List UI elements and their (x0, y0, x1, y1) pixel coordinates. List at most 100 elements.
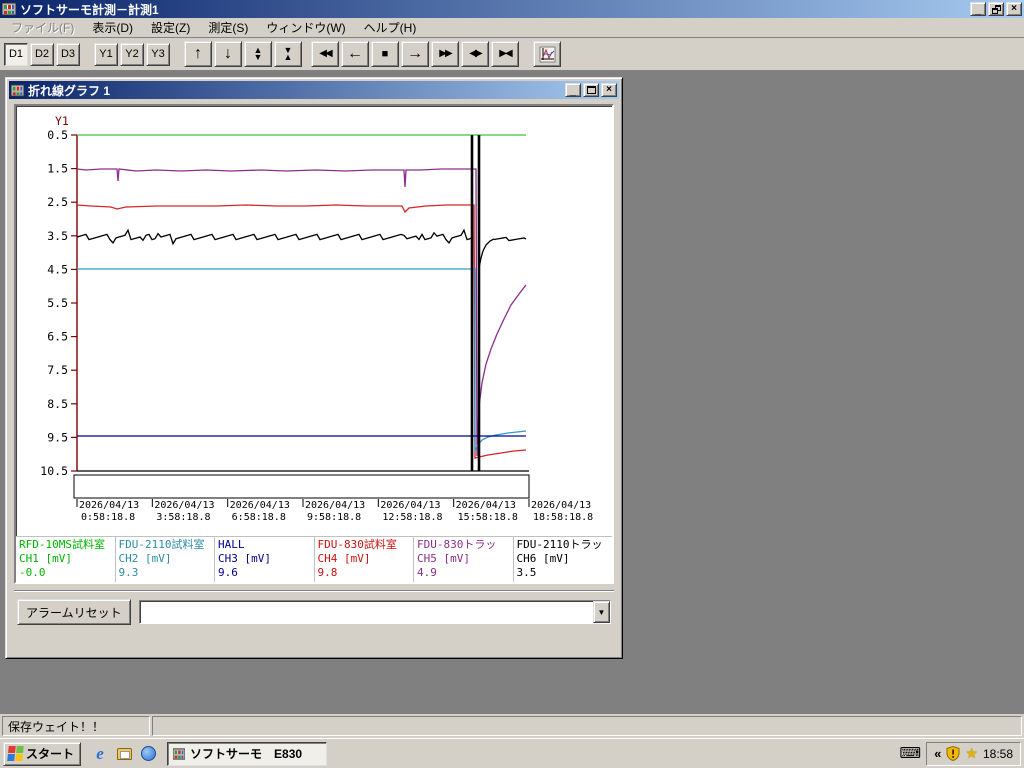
star-icon[interactable]: ★ (965, 745, 978, 762)
chart-panel: 0.51.52.53.54.55.56.57.58.59.510.5Y12026… (14, 104, 614, 584)
show-desktop-icon[interactable] (115, 745, 133, 763)
start-label: スタート (26, 745, 74, 762)
svg-text:18:58:18.8: 18:58:18.8 (533, 512, 593, 523)
channel-value: -0.0 (19, 566, 112, 580)
tray-panel: « ★ 18:58 (926, 742, 1021, 766)
d2-button[interactable]: D2 (30, 43, 54, 66)
desktop: ソフトサーモ計測－計測1 _ × ファイル(F) 表示(D) 設定(Z) 測定(… (0, 0, 1024, 768)
graph-minimize-button[interactable]: _ (565, 83, 581, 97)
status-empty (152, 716, 1022, 736)
expand-horizontal-icon: ◀▶ (469, 49, 480, 59)
channel-legend: RFD-10MS試料室 CH1 [mV] -0.0 FDU-2110試料室 CH… (16, 536, 612, 582)
fast-forward-button[interactable]: ▶▶ (431, 41, 459, 67)
launch-outlook-express-icon[interactable] (139, 745, 157, 763)
svg-text:12:58:18.8: 12:58:18.8 (382, 512, 442, 523)
app-icon (2, 2, 16, 16)
launch-ie-icon[interactable]: e (91, 745, 109, 763)
chevron-down-icon: ▼ (598, 608, 606, 617)
main-titlebar[interactable]: ソフトサーモ計測－計測1 _ × (0, 0, 1024, 18)
system-tray: ⌨ « ★ 18:58 (900, 742, 1021, 766)
graph-window-body: 0.51.52.53.54.55.56.57.58.59.510.5Y12026… (9, 99, 619, 625)
channel-name: FDU-830試料室 (318, 538, 411, 552)
channel-name: FDU-830トラッ (417, 538, 510, 552)
task-button-softthermo[interactable]: ソフトサーモ E830 (167, 742, 327, 766)
menu-window[interactable]: ウィンドウ(W) (257, 17, 354, 38)
menu-bar: ファイル(F) 表示(D) 設定(Z) 測定(S) ウィンドウ(W) ヘルプ(H… (0, 18, 1024, 38)
status-bar: 保存ウェイト！！ (0, 714, 1024, 738)
step-right-button[interactable]: → (401, 41, 429, 67)
toolbar: D1 D2 D3 Y1 Y2 Y3 ↑ ↓ ▲▼ ▼▲ ◀◀ ← ■ → ▶▶ … (0, 38, 1024, 70)
svg-text:6:58:18.8: 6:58:18.8 (232, 512, 286, 523)
graph-settings-button[interactable] (533, 41, 561, 67)
alarm-combobox-value[interactable] (140, 601, 593, 623)
restore-button[interactable] (988, 2, 1004, 16)
legend-cell-ch4: FDU-830試料室 CH4 [mV] 9.8 (314, 537, 414, 582)
d1-button[interactable]: D1 (4, 43, 28, 66)
svg-text:7.5: 7.5 (47, 363, 68, 377)
channel-unit: CH6 [mV] (517, 552, 610, 566)
mdi-area: 折れ線グラフ 1 _ × 0.51.52.53.54.55.56.57.58.5… (0, 70, 1024, 714)
expand-vertical-icon: ▲▼ (254, 47, 263, 61)
channel-value: 9.3 (119, 566, 212, 580)
legend-cell-ch3: HALL CH3 [mV] 9.6 (214, 537, 314, 582)
channel-name: RFD-10MS試料室 (19, 538, 112, 552)
compress-horizontal-icon: ▶◀ (499, 49, 510, 59)
expand-vertical-button[interactable]: ▲▼ (244, 41, 272, 67)
channel-value: 9.8 (318, 566, 411, 580)
menu-settings[interactable]: 設定(Z) (142, 17, 199, 38)
svg-text:0.5: 0.5 (47, 128, 68, 142)
collapse-tray-icon[interactable]: « (934, 748, 941, 760)
svg-text:6.5: 6.5 (47, 330, 68, 344)
scroll-down-button[interactable]: ↓ (214, 41, 242, 67)
status-message: 保存ウェイト！！ (2, 716, 150, 736)
up-arrow-icon: ↑ (194, 46, 202, 62)
right-arrow-icon: → (407, 46, 423, 62)
security-shield-icon[interactable] (946, 746, 960, 761)
alarm-combobox[interactable]: ▼ (139, 600, 611, 624)
channel-unit: CH1 [mV] (19, 552, 112, 566)
menu-file[interactable]: ファイル(F) (2, 17, 83, 38)
svg-text:2026/04/13: 2026/04/13 (531, 500, 591, 511)
channel-value: 3.5 (517, 566, 610, 580)
fast-rewind-button[interactable]: ◀◀ (311, 41, 339, 67)
y1-button[interactable]: Y1 (94, 43, 118, 66)
task-app-icon (173, 748, 185, 760)
line-chart: 0.51.52.53.54.55.56.57.58.59.510.5Y12026… (16, 106, 612, 536)
channel-name: HALL (218, 538, 311, 552)
legend-cell-ch2: FDU-2110試料室 CH2 [mV] 9.3 (115, 537, 215, 582)
restore-icon (992, 5, 1001, 14)
stop-button[interactable]: ■ (371, 41, 399, 67)
start-button[interactable]: スタート (3, 742, 81, 766)
legend-cell-ch5: FDU-830トラッ CH5 [mV] 4.9 (413, 537, 513, 582)
graph-close-button[interactable]: × (601, 83, 617, 97)
channel-unit: CH3 [mV] (218, 552, 311, 566)
graph-window: 折れ線グラフ 1 _ × 0.51.52.53.54.55.56.57.58.5… (5, 77, 623, 659)
channel-unit: CH2 [mV] (119, 552, 212, 566)
svg-text:2.5: 2.5 (47, 195, 68, 209)
combobox-dropdown-button[interactable]: ▼ (593, 601, 610, 623)
minimize-button[interactable]: _ (970, 2, 986, 16)
menu-view[interactable]: 表示(D) (83, 17, 142, 38)
svg-text:5.5: 5.5 (47, 296, 68, 310)
expand-horizontal-button[interactable]: ◀▶ (461, 41, 489, 67)
close-button[interactable]: × (1006, 2, 1022, 16)
svg-text:1.5: 1.5 (47, 162, 68, 176)
graph-maximize-button[interactable] (583, 83, 599, 97)
stop-icon: ■ (382, 49, 389, 60)
graph-window-titlebar[interactable]: 折れ線グラフ 1 _ × (9, 81, 619, 99)
maximize-icon (587, 86, 596, 94)
y2-button[interactable]: Y2 (120, 43, 144, 66)
d3-button[interactable]: D3 (56, 43, 80, 66)
scroll-up-button[interactable]: ↑ (184, 41, 212, 67)
step-left-button[interactable]: ← (341, 41, 369, 67)
keyboard-icon[interactable]: ⌨ (900, 746, 922, 761)
menu-help[interactable]: ヘルプ(H) (355, 17, 426, 38)
y3-button[interactable]: Y3 (146, 43, 170, 66)
graph-icon (539, 46, 556, 63)
compress-horizontal-button[interactable]: ▶◀ (491, 41, 519, 67)
double-right-icon: ▶▶ (439, 49, 450, 59)
svg-text:2026/04/13: 2026/04/13 (230, 500, 290, 511)
menu-measure[interactable]: 測定(S) (199, 17, 257, 38)
fit-vertical-button[interactable]: ▼▲ (274, 41, 302, 67)
alarm-reset-button[interactable]: アラームリセット (17, 599, 131, 625)
